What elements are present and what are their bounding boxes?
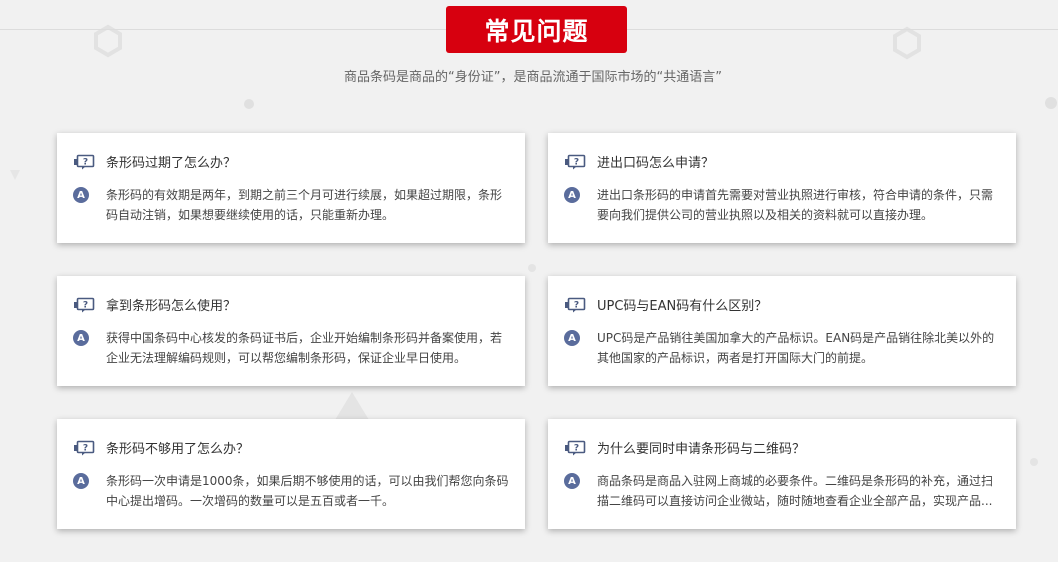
faq-answer: 条形码一次申请是1000条，如果后期不够使用的话，可以由我们帮您向条码中心提出增… (106, 474, 509, 508)
faq-question: UPC码与EAN码有什么区别？ (597, 299, 768, 314)
faq-card[interactable]: ? 为什么要同时申请条形码与二维码？ A 商品条码是商品入驻网上商城的必要条件。二维码… (548, 419, 1016, 529)
answer-a-icon: A (564, 330, 580, 346)
faq-answer-row: A 条形码的有效期是两年，到期之前三个月可进行续展，如果超过期限，条形码自动注销，… (73, 185, 509, 225)
faq-card[interactable]: ? 进出口码怎么申请？ A 进出口条形码的申请首先需要对营业执照进行审核，符合申请的条… (548, 133, 1016, 243)
svg-text:?: ? (83, 300, 88, 310)
question-chat-icon: ? (73, 440, 95, 456)
faq-question-row: ? UPC码与EAN码有什么区别？ (564, 295, 767, 314)
faq-question-row: ? 拿到条形码怎么使用？ (73, 295, 236, 314)
faq-answer-row: A 商品条码是商品入驻网上商城的必要条件。二维码是条形码的补充，通过扫描二维码可以… (564, 471, 1000, 511)
svg-text:?: ? (83, 157, 88, 167)
page-title: 常见问题 (446, 6, 627, 53)
faq-question: 条形码不够用了怎么办？ (106, 442, 250, 457)
answer-a-icon: A (564, 473, 580, 489)
svg-text:?: ? (574, 443, 579, 453)
faq-question-row: ? 进出口码怎么申请？ (564, 152, 714, 171)
faq-card[interactable]: ? 条形码不够用了怎么办？ A 条形码一次申请是1000条，如果后期不够使用的话，可以… (57, 419, 525, 529)
faq-card[interactable]: ? 拿到条形码怎么使用？ A 获得中国条码中心核发的条码证书后，企业开始编制条形码并备… (57, 276, 525, 386)
page-subtitle: 商品条码是商品的“身份证”，是商品流通于国际市场的“共通语言” (344, 70, 722, 85)
faq-answer: 商品条码是商品入驻网上商城的必要条件。二维码是条形码的补充，通过扫描二维码可以直… (597, 474, 994, 508)
faq-question: 进出口码怎么申请？ (597, 156, 715, 171)
question-chat-icon: ? (564, 440, 586, 456)
answer-a-icon: A (73, 187, 89, 203)
faq-question: 为什么要同时申请条形码与二维码？ (597, 442, 806, 457)
faq-answer: 进出口条形码的申请首先需要对营业执照进行审核，符合申请的条件，只需要向我们提供公… (597, 188, 994, 222)
faq-answer: UPC码是产品销往美国加拿大的产品标识。EAN码是产品销往除北美以外的其他国家的… (597, 331, 995, 365)
faq-answer-row: A 条形码一次申请是1000条，如果后期不够使用的话，可以由我们帮您向条码中心提出… (73, 471, 509, 511)
faq-question: 条形码过期了怎么办？ (106, 156, 237, 171)
faq-question: 拿到条形码怎么使用？ (106, 299, 237, 314)
faq-card[interactable]: ? 条形码过期了怎么办？ A 条形码的有效期是两年，到期之前三个月可进行续展，如果超过… (57, 133, 525, 243)
faq-answer: 条形码的有效期是两年，到期之前三个月可进行续展，如果超过期限，条形码自动注销，如… (106, 188, 503, 222)
question-chat-icon: ? (73, 154, 95, 170)
svg-text:?: ? (574, 157, 579, 167)
question-chat-icon: ? (73, 297, 95, 313)
svg-text:?: ? (574, 300, 579, 310)
faq-card[interactable]: ? UPC码与EAN码有什么区别？ A UPC码是产品销往美国加拿大的产品标识。EAN… (548, 276, 1016, 386)
faq-answer-row: A 进出口条形码的申请首先需要对营业执照进行审核，符合申请的条件，只需要向我们提供… (564, 185, 1000, 225)
faq-answer-row: A UPC码是产品销往美国加拿大的产品标识。EAN码是产品销往除北美以外的其他国家… (564, 328, 1000, 368)
faq-question-row: ? 条形码过期了怎么办？ (73, 152, 236, 171)
faq-question-row: ? 为什么要同时申请条形码与二维码？ (564, 438, 805, 457)
faq-answer: 获得中国条码中心核发的条码证书后，企业开始编制条形码并备案使用，若企业无法理解编… (106, 331, 503, 365)
answer-a-icon: A (73, 473, 89, 489)
question-chat-icon: ? (564, 297, 586, 313)
answer-a-icon: A (73, 330, 89, 346)
faq-question-row: ? 条形码不够用了怎么办？ (73, 438, 249, 457)
answer-a-icon: A (564, 187, 580, 203)
svg-text:?: ? (83, 443, 88, 453)
question-chat-icon: ? (564, 154, 586, 170)
faq-answer-row: A 获得中国条码中心核发的条码证书后，企业开始编制条形码并备案使用，若企业无法理解… (73, 328, 509, 368)
